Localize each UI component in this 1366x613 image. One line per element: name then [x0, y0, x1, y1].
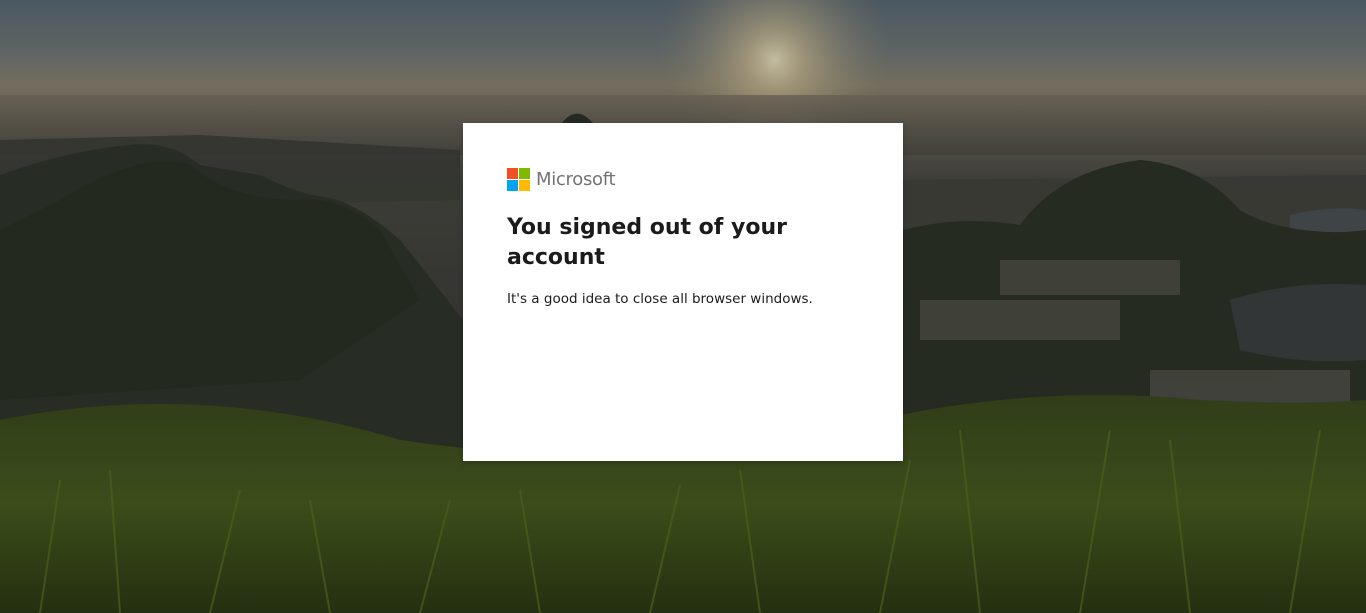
logo-square-yellow — [519, 179, 530, 191]
logo-square-green — [519, 167, 530, 179]
sign-out-card: Microsoft You signed out of your account… — [463, 123, 903, 461]
logo-square-red — [507, 167, 518, 179]
page-title: You signed out of your account — [507, 215, 787, 270]
brand-name: Microsoft — [536, 168, 616, 190]
sign-out-message: It's a good idea to close all browser wi… — [507, 291, 813, 307]
microsoft-logo-icon — [507, 167, 530, 191]
microsoft-brand: Microsoft — [507, 167, 859, 191]
logo-square-blue — [507, 179, 518, 191]
